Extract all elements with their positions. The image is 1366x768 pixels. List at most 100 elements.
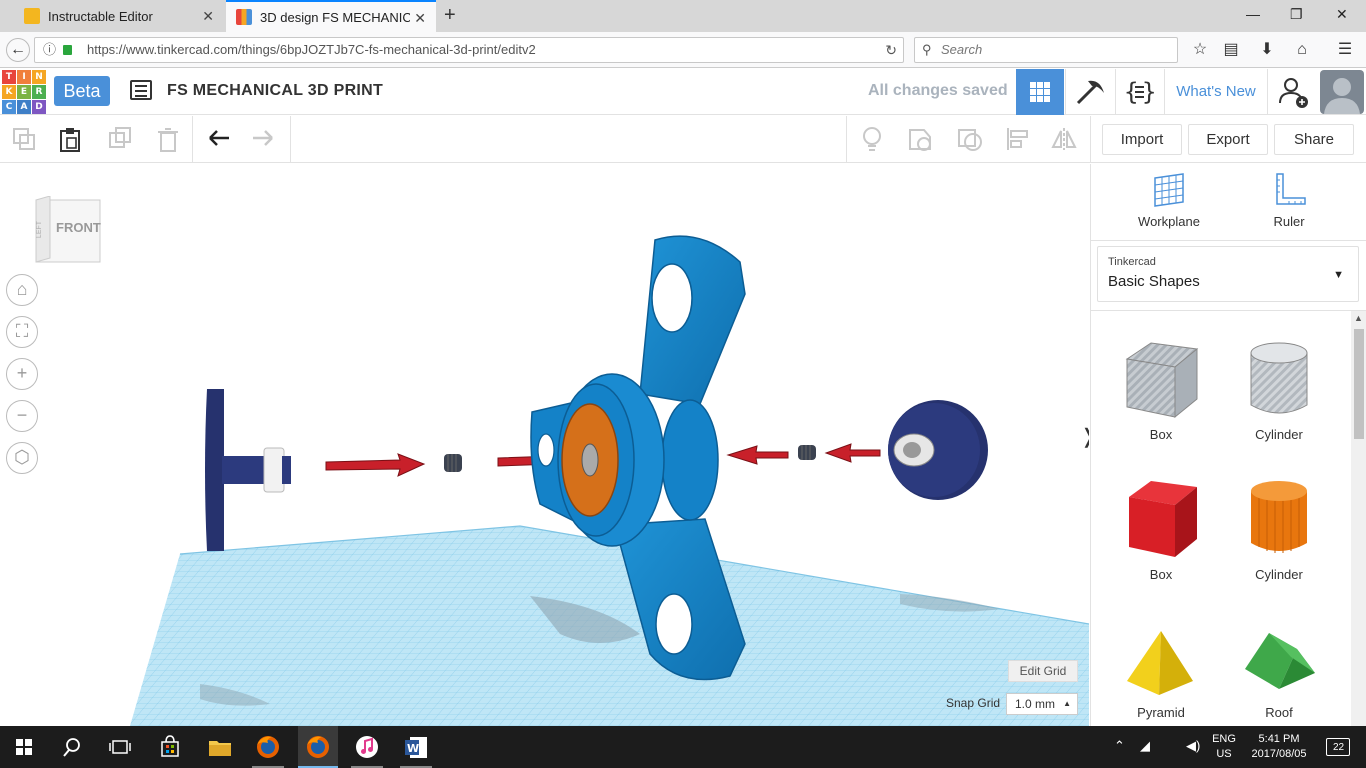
shape-label: Pyramid [1137,705,1185,720]
shape-label: Box [1149,567,1173,582]
back-button[interactable]: ← [6,38,30,62]
delete-icon[interactable] [154,125,182,153]
menu-icon[interactable]: ☰ [1333,38,1357,62]
view-cube[interactable]: FRONT LEFT [30,195,102,268]
ortho-view-button[interactable]: ⬡ [6,442,38,474]
reading-list-icon[interactable]: ▤ [1219,38,1243,62]
svg-text:}: } [1142,78,1156,106]
scene[interactable] [0,164,1089,726]
mirror-icon[interactable] [1050,125,1078,153]
paste-icon[interactable] [56,125,84,153]
store-icon[interactable] [154,731,186,763]
logo-letter: C [2,100,16,114]
home-icon[interactable]: ⌂ [1290,38,1314,62]
shape-roof[interactable]: Roof [1229,629,1329,720]
search-placeholder: Search [941,42,983,57]
align-icon[interactable] [1004,125,1032,153]
beta-badge[interactable]: Beta [54,76,110,106]
panel-scrollbar[interactable]: ▲ [1351,311,1366,727]
clock[interactable]: 5:41 PM 2017/08/05 [1246,732,1312,762]
import-button[interactable]: Import [1102,124,1182,155]
group-icon[interactable] [956,125,984,153]
new-tab-button[interactable]: + [444,4,456,27]
dropdown-caret-icon: ▼ [1333,269,1344,281]
zoom-in-button[interactable]: + [6,358,38,390]
tab-title: 3D design FS MECHANICAL [260,9,410,25]
bookmark-star-icon[interactable]: ☆ [1188,38,1212,62]
whats-new-link[interactable]: What's New [1164,69,1268,115]
ruler-tool[interactable]: Ruler [1239,172,1339,229]
windows-start-icon[interactable] [8,731,40,763]
tab-instructable-editor[interactable]: Instructable Editor ✕ [14,0,224,32]
region-code: US [1216,748,1232,760]
firefox-active-icon[interactable] [302,731,334,763]
3d-view-button[interactable] [1016,69,1064,115]
network-icon[interactable]: ◢ [1140,738,1150,754]
close-tab-icon[interactable]: ✕ [202,8,214,25]
shape-cylinder-hole[interactable]: Cylinder [1229,337,1329,442]
edit-grid-button[interactable]: Edit Grid [1008,660,1078,682]
url-bar[interactable]: ⓘ https://www.tinkercad.com/things/6bpJO… [34,37,904,63]
logo-letter: E [17,85,31,99]
instructables-icon [24,8,40,24]
export-button[interactable]: Export [1188,124,1268,155]
screw-part[interactable] [798,445,816,460]
info-icon[interactable]: ⓘ [43,38,56,62]
search-input[interactable]: ⚲ Search [914,37,1178,63]
maximize-icon[interactable]: ❐ [1290,6,1303,23]
design-title[interactable]: FS MECHANICAL 3D PRINT [167,82,383,100]
show-hidden-icons[interactable]: ⌃ [1114,738,1125,754]
add-user-button[interactable] [1270,69,1318,115]
design-list-icon[interactable] [130,80,152,100]
workplane-tool[interactable]: Workplane [1119,172,1219,229]
blocks-view-button[interactable] [1065,69,1113,115]
scroll-thumb[interactable] [1354,329,1364,439]
left-cap[interactable] [205,389,291,551]
shape-cylinder[interactable]: Cylinder [1229,477,1329,582]
itunes-icon[interactable] [351,731,383,763]
collapse-panel-button[interactable]: ❭ [1080,424,1089,464]
shape-outline-icon[interactable] [906,125,934,153]
search-icon[interactable] [56,731,88,763]
file-explorer-icon[interactable] [204,731,236,763]
avatar[interactable] [1320,70,1364,114]
copy-icon[interactable] [10,125,38,153]
shape-pyramid[interactable]: Pyramid [1111,629,1211,720]
word-icon[interactable]: W [400,731,432,763]
share-button[interactable]: Share [1274,124,1354,155]
firefox-icon[interactable] [252,731,284,763]
reload-icon[interactable]: ↻ [885,38,897,62]
lightbulb-icon[interactable] [858,125,886,153]
shape-box-hole[interactable]: Box [1111,337,1211,442]
3d-viewport[interactable]: FRONT LEFT ⌂ ⛶ + − ⬡ Edit Grid Snap Grid… [0,164,1089,726]
shape-label: Cylinder [1255,427,1303,442]
lock-icon [63,45,72,55]
redo-icon[interactable] [250,125,278,153]
zoom-out-button[interactable]: − [6,400,38,432]
home-view-button[interactable]: ⌂ [6,274,38,306]
task-view-icon[interactable] [104,731,136,763]
download-icon[interactable]: ⬇ [1255,38,1279,62]
snap-grid-select[interactable]: 1.0 mm ▲ [1006,693,1078,715]
svg-text:W: W [407,742,419,755]
shape-library-select[interactable]: Tinkercad Basic Shapes ▼ [1097,246,1359,302]
tab-3d-design[interactable]: 3D design FS MECHANICAL ✕ [226,0,436,32]
fit-view-button[interactable]: ⛶ [6,316,38,348]
volume-icon[interactable]: ◀) [1186,738,1200,754]
duplicate-icon[interactable] [106,125,134,153]
plus-icon: + [16,363,28,383]
close-tab-icon[interactable]: ✕ [414,10,426,27]
assembly-arrow [726,445,789,465]
ruler-label: Ruler [1273,214,1305,229]
shape-box[interactable]: Box [1111,477,1211,582]
screw-part[interactable] [444,454,462,472]
minimize-icon[interactable]: — [1246,6,1260,22]
codeblocks-button[interactable]: { } [1115,69,1163,115]
notification-count: 22 [1333,742,1345,753]
tinkercad-logo[interactable]: T I N K E R C A D [2,70,46,114]
scroll-up-icon[interactable]: ▲ [1354,313,1363,323]
undo-icon[interactable] [204,125,232,153]
right-cap[interactable] [888,400,988,500]
language-indicator[interactable]: ENG US [1206,732,1242,762]
close-window-icon[interactable]: ✕ [1336,6,1348,23]
